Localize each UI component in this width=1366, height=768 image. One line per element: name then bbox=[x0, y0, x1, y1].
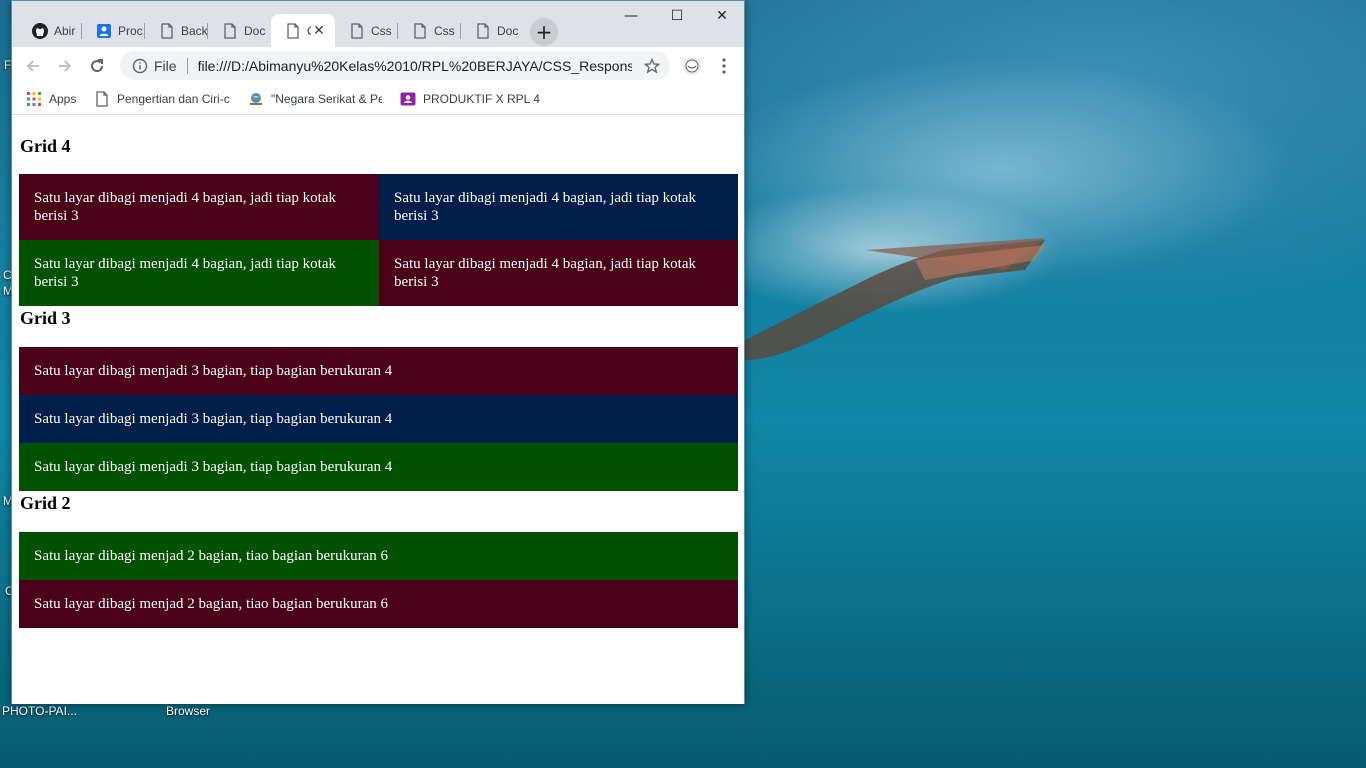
grid-box: Satu layar dibagi menjad 2 bagian, tiao … bbox=[19, 580, 738, 628]
bookmark-label: "Negara Serikat & Pe bbox=[271, 92, 382, 106]
document-icon bbox=[96, 91, 108, 107]
tab-label: Back bbox=[181, 23, 208, 38]
bookmark-label: Apps bbox=[49, 92, 77, 106]
tab-github[interactable]: Abir bbox=[18, 14, 82, 47]
tab-label: Doc bbox=[497, 23, 519, 38]
grid-box: Satu layar dibagi menjadi 4 bagian, jadi… bbox=[19, 174, 379, 240]
menu-kebab-icon[interactable] bbox=[712, 54, 736, 78]
grid-box: Satu layar dibagi menjadi 4 bagian, jadi… bbox=[19, 240, 379, 306]
grid-box: Satu layar dibagi menjadi 3 bagian, tiap… bbox=[19, 443, 738, 491]
tab-css[interactable]: Css bbox=[398, 14, 461, 47]
diver-wallpaper-figure bbox=[745, 238, 1045, 360]
bookmarks-bar: Apps Pengertian dan Ciri-ci "Negara Seri… bbox=[12, 84, 744, 115]
profile-avatar-icon[interactable] bbox=[680, 54, 704, 78]
arrow-left-icon bbox=[26, 60, 39, 72]
url-text[interactable]: file:///D:/Abimanyu%20Kelas%2010/RPL%20B… bbox=[198, 58, 632, 74]
github-icon bbox=[32, 22, 48, 39]
bookmark-pengertian[interactable]: Pengertian dan Ciri-ci bbox=[94, 91, 230, 107]
grid-box: Satu layar dibagi menjadi 4 bagian, jadi… bbox=[379, 174, 738, 240]
browser-window: Abir Proc Back Doc C ✕ bbox=[11, 0, 745, 704]
bookmark-produktif[interactable]: PRODUKTIF X RPL 4 - bbox=[400, 91, 540, 107]
forward-button[interactable] bbox=[53, 54, 77, 78]
back-button[interactable] bbox=[21, 54, 45, 78]
maximize-button[interactable]: ☐ bbox=[654, 1, 700, 31]
document-icon bbox=[159, 22, 175, 39]
tab-document[interactable]: Doc bbox=[461, 14, 524, 47]
address-divider bbox=[186, 57, 188, 74]
document-icon bbox=[222, 22, 238, 39]
tab-active-page[interactable]: C ✕ bbox=[271, 14, 335, 47]
browser-toolbar: File file:///D:/Abimanyu%20Kelas%2010/RP… bbox=[12, 47, 744, 84]
tab-css[interactable]: Css bbox=[335, 14, 398, 47]
address-bar[interactable]: File file:///D:/Abimanyu%20Kelas%2010/RP… bbox=[120, 51, 670, 80]
tab-label: Proc bbox=[118, 23, 143, 38]
reload-button[interactable] bbox=[85, 54, 109, 78]
tab-document[interactable]: Doc bbox=[208, 14, 271, 47]
page-content: Grid 4 Satu layar dibagi menjadi 4 bagia… bbox=[12, 115, 744, 704]
close-window-button[interactable]: ✕ bbox=[699, 1, 745, 31]
arrow-right-icon bbox=[59, 60, 72, 72]
scheme-label: File bbox=[154, 57, 177, 74]
section-heading-grid-2: Grid 2 bbox=[20, 493, 71, 513]
bookmark-negara[interactable]: "Negara Serikat & Pe bbox=[248, 91, 382, 107]
tab-label: Css bbox=[371, 23, 392, 38]
bookmark-label: PRODUKTIF X RPL 4 - bbox=[423, 92, 540, 106]
desktop-icon-photo-paint[interactable]: PHOTO-PAI... bbox=[2, 704, 77, 718]
apps-grid-icon bbox=[27, 92, 41, 106]
profile-icon bbox=[96, 23, 112, 39]
desktop-icon-browser[interactable]: Browser bbox=[166, 704, 210, 718]
document-icon bbox=[412, 22, 428, 39]
tab-label: Abir bbox=[54, 23, 76, 38]
info-icon[interactable] bbox=[132, 58, 148, 74]
section-heading-grid-3: Grid 3 bbox=[20, 308, 71, 328]
globe-icon bbox=[250, 93, 262, 105]
reload-icon bbox=[91, 59, 104, 73]
grid-box: Satu layar dibagi menjadi 3 bagian, tiap… bbox=[19, 347, 738, 395]
grid-box: Satu layar dibagi menjad 2 bagian, tiao … bbox=[19, 532, 738, 580]
document-icon bbox=[349, 22, 365, 39]
new-tab-button[interactable]: + bbox=[530, 18, 558, 46]
bookmark-apps[interactable]: Apps bbox=[26, 91, 76, 107]
grid-box: Satu layar dibagi menjadi 4 bagian, jadi… bbox=[379, 240, 738, 306]
grid-box: Satu layar dibagi menjadi 3 bagian, tiap… bbox=[19, 395, 738, 443]
bookmark-label: Pengertian dan Ciri-ci bbox=[117, 92, 230, 106]
tab-label: Css bbox=[434, 23, 455, 38]
classroom-icon bbox=[400, 92, 416, 106]
document-icon bbox=[475, 22, 491, 39]
tab-profile[interactable]: Proc bbox=[82, 14, 145, 47]
tab-label: Doc bbox=[244, 23, 266, 38]
section-heading-grid-4: Grid 4 bbox=[20, 136, 71, 156]
minimize-button[interactable]: — bbox=[608, 1, 654, 31]
star-icon[interactable] bbox=[644, 57, 660, 74]
close-tab-icon[interactable]: ✕ bbox=[311, 22, 327, 39]
tab-document[interactable]: Back bbox=[145, 14, 208, 47]
tab-strip: Abir Proc Back Doc C ✕ bbox=[12, 1, 744, 47]
document-icon bbox=[285, 22, 301, 39]
